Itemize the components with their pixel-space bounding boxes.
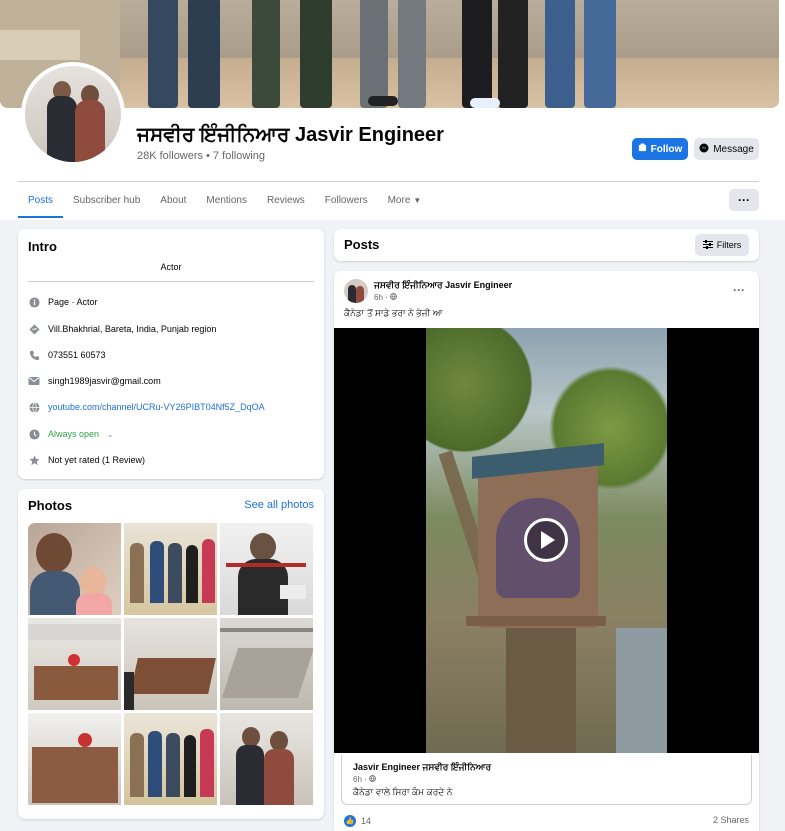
intro-row-phone: 073551 60573 [28, 349, 106, 361]
posts-title: Posts [344, 237, 380, 252]
tab-followers[interactable]: Followers [315, 186, 378, 218]
intro-divider [28, 281, 314, 282]
star-icon [28, 454, 40, 466]
post-text: ਕੈਨੇਡਾ ਤੋਂ ਸਾਡੇ ਭਰਾ ਨੇ ਭੇਜੀ ਆ [344, 308, 443, 318]
photo-thumbnail[interactable] [28, 618, 121, 710]
page-title: ਜਸਵੀਰ ਇੰਜੀਨਿਆਰ Jasvir Engineer [137, 124, 444, 146]
globe-icon [390, 293, 397, 302]
post-timestamp[interactable]: 6h · [374, 293, 397, 302]
shared-post-text: ਕੈਨੇਡਾ ਵਾਲੇ ਸਿਰਾ ਕੰਮ ਕਰਦੇ ਨੇ [353, 787, 453, 797]
photo-thumbnail[interactable] [124, 523, 217, 615]
post-card: ਜਸਵੀਰ ਇੰਜੀਨਿਆਰ Jasvir Engineer 6h · ··· … [334, 271, 759, 831]
message-button[interactable]: Message [694, 138, 759, 160]
website-link[interactable]: youtube.com/channel/UCRu-VY26PIBT04Nf5Z_… [48, 402, 265, 412]
clock-icon [28, 428, 40, 440]
message-label: Message [713, 143, 754, 155]
reaction-count[interactable]: 👍 14 [344, 815, 371, 827]
intro-row-rating: Not yet rated (1 Review) [28, 454, 145, 466]
posts-header-card: Posts Filters [334, 229, 759, 261]
messenger-icon [699, 143, 709, 156]
intro-row-email: singh1989jasvir@gmail.com [28, 375, 161, 387]
filters-button[interactable]: Filters [695, 234, 749, 256]
intro-category: Actor [160, 262, 182, 272]
photo-grid [28, 523, 314, 809]
video-player[interactable] [334, 328, 759, 753]
post-options-button[interactable]: ··· [733, 283, 745, 297]
shared-author-name[interactable]: Jasvir Engineer ਜਸਵੀਰ ਇੰਜੀਨਿਆਰ [353, 762, 491, 773]
photo-thumbnail[interactable] [220, 713, 313, 805]
filters-label: Filters [716, 240, 742, 250]
photos-title: Photos [28, 498, 73, 513]
tab-about[interactable]: About [150, 186, 196, 218]
shared-post-info[interactable]: Jasvir Engineer ਜਸਵੀਰ ਇੰਜੀਨਿਆਰ 6h · ਕੈਨੇ… [341, 755, 752, 805]
follow-button[interactable]: Follow [632, 138, 688, 160]
tab-mentions[interactable]: Mentions [196, 186, 257, 218]
email-icon [28, 375, 40, 387]
globe-icon [369, 775, 376, 784]
phone-icon [28, 349, 40, 361]
intro-title: Intro [28, 239, 57, 254]
photo-thumbnail[interactable] [124, 713, 217, 805]
profile-avatar[interactable] [21, 62, 125, 166]
follow-icon [638, 143, 647, 155]
see-all-photos-link[interactable]: See all photos [244, 499, 314, 511]
intro-card: Intro Actor Page · Actor Vill.Bhakhrial,… [18, 229, 324, 479]
post-author-avatar[interactable] [344, 279, 368, 303]
tab-reviews[interactable]: Reviews [257, 186, 315, 218]
tab-subscriber-hub[interactable]: Subscriber hub [63, 186, 150, 218]
location-icon [28, 323, 40, 335]
photo-thumbnail[interactable] [124, 618, 217, 710]
photo-thumbnail[interactable] [220, 523, 313, 615]
photo-thumbnail[interactable] [220, 618, 313, 710]
tab-more-label: More [387, 195, 411, 206]
intro-row-address: Vill.Bhakhrial, Bareta, India, Punjab re… [28, 323, 216, 335]
info-icon [28, 296, 40, 308]
page-header: ਜਸਵੀਰ ਇੰਜੀਨਿਆਰ Jasvir Engineer 28K follo… [0, 0, 785, 220]
sliders-icon [702, 239, 713, 251]
intro-row-website: youtube.com/channel/UCRu-VY26PIBT04Nf5Z_… [28, 401, 265, 413]
photo-thumbnail[interactable] [28, 523, 121, 615]
caret-down-icon: ▼ [413, 196, 422, 205]
more-options-button[interactable]: ··· [729, 189, 759, 211]
intro-row-page-type: Page · Actor [28, 296, 98, 308]
tab-more[interactable]: More ▼ [378, 186, 432, 218]
page-tabs: Posts Subscriber hub About Mentions Revi… [18, 186, 431, 218]
follow-label: Follow [650, 143, 683, 155]
photos-card: Photos See all photos [18, 489, 324, 819]
chevron-down-icon: ⌄ [107, 429, 114, 439]
header-divider [18, 181, 759, 182]
tab-posts[interactable]: Posts [18, 186, 64, 218]
photo-thumbnail[interactable] [28, 713, 121, 805]
share-count[interactable]: 2 Shares [713, 815, 749, 825]
like-icon: 👍 [344, 815, 356, 827]
globe-icon [28, 401, 40, 413]
play-icon[interactable] [524, 518, 568, 562]
intro-row-hours[interactable]: Always open ⌄ [28, 428, 114, 440]
post-author-name[interactable]: ਜਸਵੀਰ ਇੰਜੀਨਿਆਰ Jasvir Engineer [374, 280, 512, 291]
follower-stats[interactable]: 28K followers • 7 following [137, 150, 265, 162]
shared-timestamp: 6h · [353, 775, 376, 784]
